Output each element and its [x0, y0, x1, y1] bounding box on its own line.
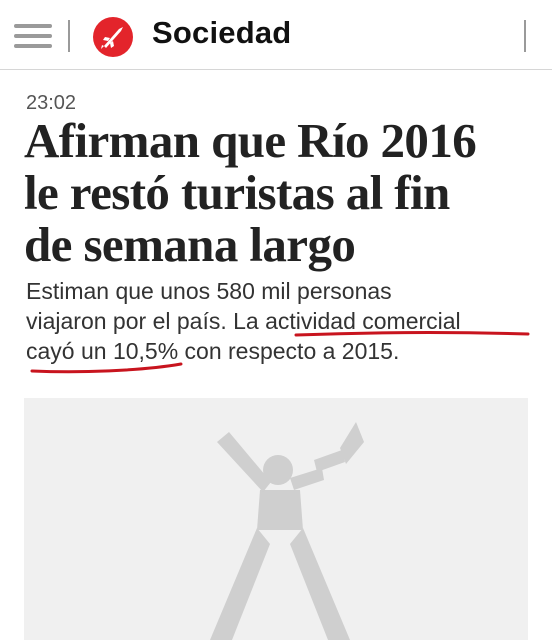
headline-line: Afirman que Río 2016 — [24, 113, 477, 168]
divider — [68, 20, 70, 52]
rocket-logo-icon[interactable] — [92, 16, 134, 58]
hamburger-menu-icon[interactable] — [14, 22, 54, 50]
headline-line: de semana largo — [24, 217, 356, 272]
top-bar: Sociedad — [0, 0, 552, 70]
summary-line: cayó un 10,5% con respecto a 2015. — [26, 338, 400, 364]
section-title[interactable]: Sociedad — [152, 15, 291, 51]
divider — [524, 20, 526, 52]
summary-line: viajaron por el país. La actividad comer… — [26, 308, 461, 334]
publish-time: 23:02 — [26, 92, 77, 114]
article-image-placeholder[interactable] — [24, 398, 528, 640]
article-headline[interactable]: Afirman que Río 2016 le restó turistas a… — [24, 115, 544, 271]
headline-line: le restó turistas al fin — [24, 165, 450, 220]
summary-line: Estiman que unos 580 mil personas — [26, 278, 392, 304]
article-summary: Estiman que unos 580 mil personas viajar… — [26, 276, 538, 366]
trumpet-player-placeholder-icon — [210, 422, 364, 640]
